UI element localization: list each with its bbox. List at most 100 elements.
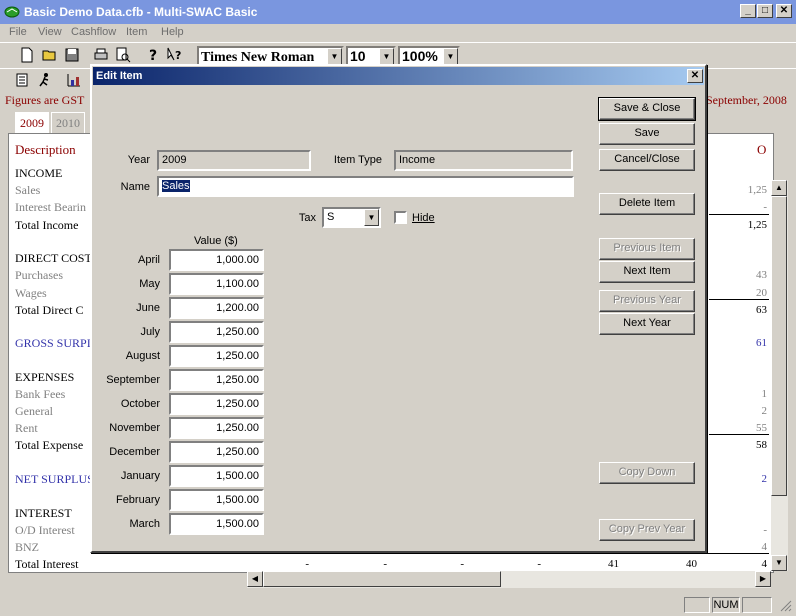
- status-panel-caps: [684, 597, 710, 613]
- total-interest-cell: -: [305, 558, 309, 570]
- chart-icon: [67, 74, 80, 87]
- row-value: 20: [756, 287, 767, 299]
- horizontal-scrollbar[interactable]: ◀ ▶: [247, 571, 771, 588]
- window-title-bar: Basic Demo Data.cfb - Multi-SWAC Basic _…: [0, 0, 796, 24]
- minimize-button[interactable]: _: [740, 4, 756, 18]
- row-label: DIRECT COST: [15, 251, 92, 265]
- menu-file[interactable]: File: [9, 26, 27, 38]
- month-value-input[interactable]: 1,200.00: [169, 297, 264, 319]
- row-value: 1,25: [747, 219, 767, 231]
- dialog-close-button[interactable]: ✕: [687, 69, 703, 83]
- month-label: February: [115, 494, 160, 506]
- menu-item[interactable]: Item: [126, 26, 147, 38]
- row-label: Rent: [15, 421, 38, 435]
- menu-cashflow[interactable]: Cashflow: [71, 26, 116, 38]
- new-file-icon: [21, 47, 33, 63]
- save-button[interactable]: Save: [599, 123, 695, 145]
- hide-checkbox[interactable]: [394, 211, 407, 224]
- help-button[interactable]: ?: [143, 45, 163, 65]
- context-help-button[interactable]: ?: [165, 45, 185, 65]
- row-value: -: [763, 524, 767, 536]
- chevron-down-icon[interactable]: ▼: [327, 48, 342, 65]
- print-button[interactable]: [91, 45, 111, 65]
- close-window-button[interactable]: ✕: [776, 4, 792, 18]
- month-label: June: [136, 302, 160, 314]
- row-label: Total Interest: [15, 557, 79, 571]
- row-value: 61: [756, 337, 767, 349]
- row-value: 1: [761, 388, 768, 400]
- name-input[interactable]: Sales: [157, 176, 574, 197]
- printer-icon: [94, 48, 108, 60]
- scroll-right-icon[interactable]: ▶: [755, 571, 771, 587]
- month-value-input[interactable]: 1,250.00: [169, 345, 264, 367]
- month-value-input[interactable]: 1,500.00: [169, 513, 264, 535]
- month-value-input[interactable]: 1,500.00: [169, 465, 264, 487]
- total-interest-cell: -: [460, 558, 464, 570]
- open-file-button[interactable]: [40, 45, 60, 65]
- folder-open-icon: [42, 50, 56, 61]
- underline: [249, 553, 769, 554]
- hide-label[interactable]: Hide: [412, 212, 435, 224]
- month-value-input[interactable]: 1,250.00: [169, 417, 264, 439]
- save-file-button[interactable]: [62, 45, 82, 65]
- print-preview-button[interactable]: [113, 45, 133, 65]
- tax-value: S: [327, 211, 335, 223]
- month-label: May: [139, 278, 160, 290]
- month-value-input[interactable]: 1,250.00: [169, 321, 264, 343]
- next-year-button[interactable]: Next Year: [599, 313, 695, 335]
- row-label: Total Income: [15, 218, 79, 232]
- floppy-disk-icon: [65, 48, 79, 62]
- vertical-scrollbar[interactable]: ▲ ▼: [771, 180, 788, 571]
- app-icon: [4, 6, 20, 18]
- previous-item-button[interactable]: Previous Item: [599, 238, 695, 260]
- scroll-left-icon[interactable]: ◀: [247, 571, 263, 587]
- chevron-down-icon[interactable]: ▼: [379, 48, 394, 65]
- month-value-input[interactable]: 1,250.00: [169, 369, 264, 391]
- month-label: July: [140, 326, 160, 338]
- cancel-close-button[interactable]: Cancel/Close: [599, 149, 695, 171]
- name-value: Sales: [162, 180, 190, 192]
- next-item-button[interactable]: Next Item: [599, 261, 695, 283]
- maximize-button[interactable]: □: [757, 4, 773, 18]
- month-value-input[interactable]: 1,250.00: [169, 393, 264, 415]
- row-value: 2: [761, 473, 768, 485]
- copy-down-button[interactable]: Copy Down: [599, 462, 695, 484]
- item-type-field: Income: [394, 150, 573, 171]
- horizontal-scroll-thumb[interactable]: [263, 571, 501, 587]
- month-value-input[interactable]: 1,000.00: [169, 249, 264, 271]
- previous-year-button[interactable]: Previous Year: [599, 290, 695, 312]
- resize-grip-icon[interactable]: [778, 598, 792, 612]
- save-close-button[interactable]: Save & Close: [598, 97, 696, 121]
- chevron-down-icon[interactable]: ▼: [364, 209, 379, 226]
- tax-select[interactable]: S ▼: [322, 207, 381, 228]
- scroll-down-icon[interactable]: ▼: [771, 555, 787, 571]
- tab-2010[interactable]: 2010: [51, 112, 85, 134]
- period-note: September, 2008: [706, 93, 787, 107]
- scroll-up-icon[interactable]: ▲: [771, 180, 787, 196]
- menu-help[interactable]: Help: [161, 26, 184, 38]
- item-type-label: Item Type: [333, 154, 382, 166]
- month-value-input[interactable]: 1,100.00: [169, 273, 264, 295]
- month-value-input[interactable]: 1,250.00: [169, 441, 264, 463]
- new-file-button[interactable]: [17, 45, 37, 65]
- month-label: October: [120, 398, 160, 410]
- run-button[interactable]: [35, 70, 55, 90]
- list-view-button[interactable]: [12, 70, 32, 90]
- tab-2009[interactable]: 2009: [15, 112, 49, 134]
- row-value: 2: [761, 405, 768, 417]
- month-value-input[interactable]: 1,500.00: [169, 489, 264, 511]
- copy-prev-year-button[interactable]: Copy Prev Year: [599, 519, 695, 541]
- month-label: December: [109, 446, 160, 458]
- row-value: 43: [756, 269, 767, 281]
- column-header-description: Description: [15, 142, 76, 157]
- underline: [709, 214, 769, 215]
- delete-item-button[interactable]: Delete Item: [599, 193, 695, 215]
- chart-button[interactable]: [64, 70, 84, 90]
- menu-view[interactable]: View: [38, 26, 62, 38]
- status-panel-scroll: [742, 597, 772, 613]
- chevron-down-icon[interactable]: ▼: [443, 48, 458, 65]
- month-label: March: [129, 518, 160, 530]
- vertical-scroll-thumb[interactable]: [771, 196, 787, 496]
- total-interest-cell: -: [383, 558, 387, 570]
- row-label: Interest Bearin: [15, 200, 86, 214]
